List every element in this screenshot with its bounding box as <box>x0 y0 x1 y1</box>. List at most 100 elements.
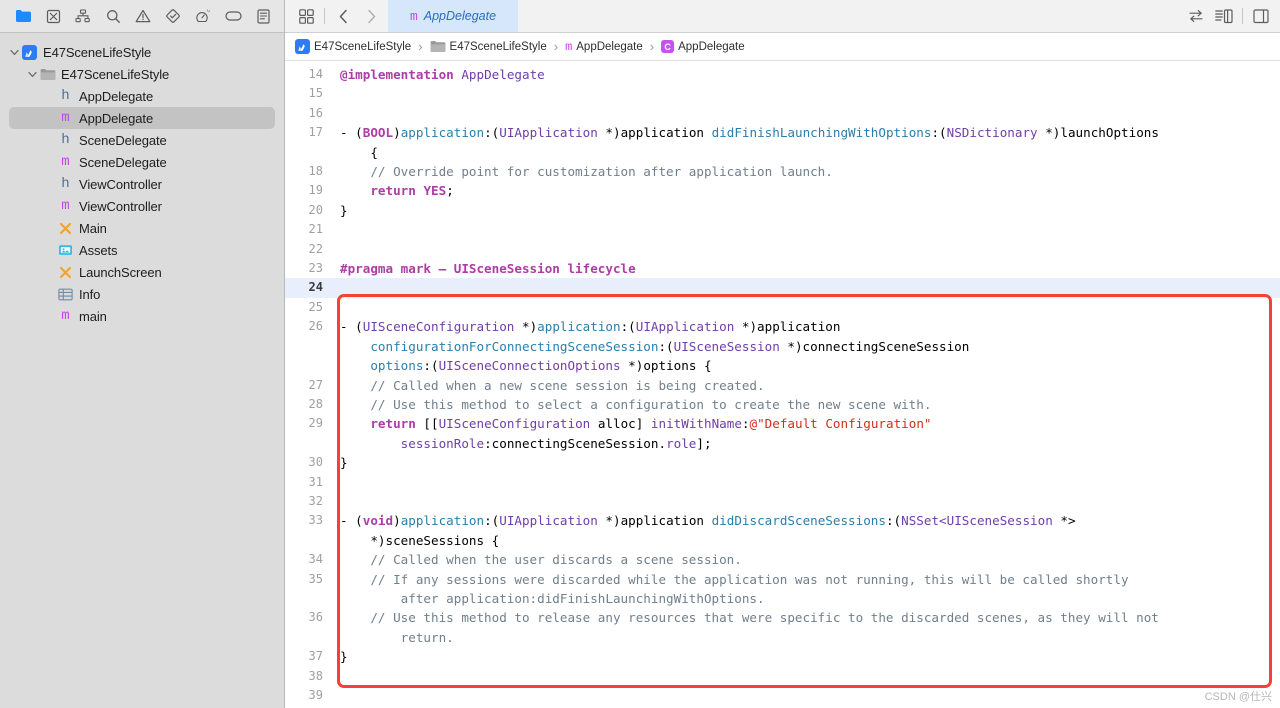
code-line-wrapped[interactable]: options:(UISceneConnectionOptions *)opti… <box>285 356 1280 375</box>
tree-item-appdelegate[interactable]: h AppDelegate <box>0 85 284 107</box>
tree-item-scenedelegate[interactable]: h SceneDelegate <box>0 129 284 151</box>
code-line-text[interactable]: // If any sessions were discarded while … <box>332 570 1280 589</box>
code-line-text[interactable]: } <box>332 647 1280 666</box>
tree-item-e47scenelifestyle[interactable]: E47SceneLifeStyle <box>0 63 284 85</box>
code-line[interactable]: 32 <box>285 492 1280 511</box>
code-line-text[interactable] <box>332 298 1280 317</box>
code-line[interactable]: 22 <box>285 240 1280 259</box>
folder-icon[interactable] <box>8 3 38 29</box>
code-line-text[interactable] <box>332 84 1280 103</box>
code-line[interactable]: 14 @implementation AppDelegate <box>285 65 1280 84</box>
editor-tab-appdelegate[interactable]: m AppDelegate <box>388 0 518 32</box>
search-icon[interactable] <box>98 3 128 29</box>
code-line-text[interactable]: options:(UISceneConnectionOptions *)opti… <box>332 356 1280 375</box>
code-line-text[interactable]: - (void)application:(UIApplication *)app… <box>332 511 1280 530</box>
code-line-text[interactable]: { <box>332 143 1280 162</box>
code-line-text[interactable] <box>332 220 1280 239</box>
warning-triangle-icon[interactable] <box>128 3 158 29</box>
code-line[interactable]: 24 <box>285 278 1280 298</box>
project-file-tree[interactable]: E47SceneLifeStyle E47SceneLifeStyle h AppDe… <box>0 33 284 708</box>
source-code-lines[interactable]: 14 @implementation AppDelegate 15 16 17 - (… <box>285 61 1280 708</box>
code-line[interactable]: 35 // If any sessions were discarded whi… <box>285 570 1280 589</box>
adjust-editor-icon[interactable] <box>1183 4 1209 28</box>
code-line[interactable]: 25 <box>285 298 1280 317</box>
code-line-text[interactable] <box>332 667 1280 686</box>
assistant-editor-icon[interactable] <box>1211 4 1237 28</box>
back-chevron-icon[interactable] <box>330 4 356 28</box>
code-line-text[interactable]: after application:didFinishLaunchingWith… <box>332 589 1280 608</box>
code-line[interactable]: 15 <box>285 84 1280 103</box>
code-line-text[interactable]: *)sceneSessions { <box>332 531 1280 550</box>
breadcrumb-item-2[interactable]: m AppDelegate <box>565 40 643 54</box>
code-line-text[interactable]: // Use this method to select a configura… <box>332 395 1280 414</box>
tree-item-viewcontroller[interactable]: m ViewController <box>0 195 284 217</box>
editor-layout-icon[interactable] <box>293 4 319 28</box>
forward-chevron-icon[interactable] <box>358 4 384 28</box>
code-line[interactable]: 27 // Called when a new scene session is… <box>285 376 1280 395</box>
source-code-area[interactable]: 14 @implementation AppDelegate 15 16 17 - (… <box>285 61 1280 708</box>
code-line-text[interactable]: return YES; <box>332 181 1280 200</box>
breakpoint-icon[interactable] <box>218 3 248 29</box>
code-line[interactable]: 17- (BOOL)application:(UIApplication *)a… <box>285 123 1280 142</box>
tree-item-launchscreen[interactable]: LaunchScreen <box>0 261 284 283</box>
code-line[interactable]: 29 return [[UISceneConfiguration alloc] … <box>285 414 1280 433</box>
tree-item-main[interactable]: Main <box>0 217 284 239</box>
code-line-text[interactable]: // Called when a new scene session is be… <box>332 376 1280 395</box>
code-line[interactable]: 30} <box>285 453 1280 472</box>
code-line-text[interactable] <box>332 492 1280 511</box>
code-line-text[interactable]: return [[UISceneConfiguration alloc] ini… <box>332 414 1280 433</box>
breadcrumb-item-3[interactable]: C AppDelegate <box>661 40 745 53</box>
code-line-text[interactable] <box>332 104 1280 123</box>
code-line-text[interactable]: - (UISceneConfiguration *)application:(U… <box>332 317 1280 336</box>
tree-item-assets[interactable]: Assets <box>0 239 284 261</box>
code-line-wrapped[interactable]: sessionRole:connectingSceneSession.role]… <box>285 434 1280 453</box>
code-line[interactable]: 23 #pragma mark – UISceneSession lifecycl… <box>285 259 1280 278</box>
breadcrumb-item-1[interactable]: E47SceneLifeStyle <box>430 40 547 53</box>
code-line[interactable]: 34 // Called when the user discards a sc… <box>285 550 1280 569</box>
code-line-text[interactable]: // Override point for customization afte… <box>332 162 1280 181</box>
disclosure-triangle-icon[interactable] <box>26 68 39 81</box>
code-line[interactable]: 20} <box>285 201 1280 220</box>
code-line[interactable]: 26 - (UISceneConfiguration *)application:… <box>285 317 1280 336</box>
code-line[interactable]: 39 <box>285 686 1280 705</box>
code-line[interactable]: 33- (void)application:(UIApplication *)a… <box>285 511 1280 530</box>
code-line-text[interactable]: - (BOOL)application:(UIApplication *)app… <box>332 123 1280 142</box>
tree-item-info[interactable]: Info <box>0 283 284 305</box>
code-line-wrapped[interactable]: configurationForConnectingSceneSession:(… <box>285 337 1280 356</box>
code-line-text[interactable]: sessionRole:connectingSceneSession.role]… <box>332 434 1280 453</box>
source-control-icon[interactable] <box>38 3 68 29</box>
code-line[interactable]: 37} <box>285 647 1280 666</box>
code-line-text[interactable]: } <box>332 201 1280 220</box>
code-line[interactable]: 16 <box>285 104 1280 123</box>
code-line[interactable]: 31 <box>285 473 1280 492</box>
code-line-wrapped[interactable]: return. <box>285 628 1280 647</box>
code-line-text[interactable]: return. <box>332 628 1280 647</box>
code-line-text[interactable] <box>332 240 1280 259</box>
code-line-text[interactable]: #pragma mark – UISceneSession lifecycle <box>332 259 1280 278</box>
code-line[interactable]: 36 // Use this method to release any res… <box>285 608 1280 627</box>
debug-gauge-icon[interactable] <box>188 3 218 29</box>
code-line[interactable]: 18 // Override point for customization a… <box>285 162 1280 181</box>
code-line-wrapped[interactable]: *)sceneSessions { <box>285 531 1280 550</box>
breadcrumb-item-0[interactable]: E47SceneLifeStyle <box>295 39 411 54</box>
code-line-text[interactable]: @implementation AppDelegate <box>332 65 1280 84</box>
tree-item-e47scenelifestyle[interactable]: E47SceneLifeStyle <box>0 41 284 63</box>
report-icon[interactable] <box>248 3 278 29</box>
code-line-text[interactable]: // Called when the user discards a scene… <box>332 550 1280 569</box>
disclosure-triangle-icon[interactable] <box>8 46 21 59</box>
test-diamond-icon[interactable] <box>158 3 188 29</box>
tree-item-scenedelegate[interactable]: m SceneDelegate <box>0 151 284 173</box>
code-line-text[interactable] <box>332 473 1280 492</box>
code-line-text[interactable] <box>332 686 1280 705</box>
code-line-wrapped[interactable]: after application:didFinishLaunchingWith… <box>285 589 1280 608</box>
code-line[interactable]: 21 <box>285 220 1280 239</box>
code-line-text[interactable]: configurationForConnectingSceneSession:(… <box>332 337 1280 356</box>
tree-item-viewcontroller[interactable]: h ViewController <box>0 173 284 195</box>
code-line-text[interactable] <box>332 278 1280 297</box>
code-line-text[interactable]: } <box>332 453 1280 472</box>
breadcrumb[interactable]: E47SceneLifeStyle › E47SceneLifeStyle › m App… <box>285 33 1280 61</box>
code-line[interactable]: 28 // Use this method to select a config… <box>285 395 1280 414</box>
code-line-wrapped[interactable]: { <box>285 143 1280 162</box>
code-line[interactable]: 19 return YES; <box>285 181 1280 200</box>
symbol-hierarchy-icon[interactable] <box>68 3 98 29</box>
